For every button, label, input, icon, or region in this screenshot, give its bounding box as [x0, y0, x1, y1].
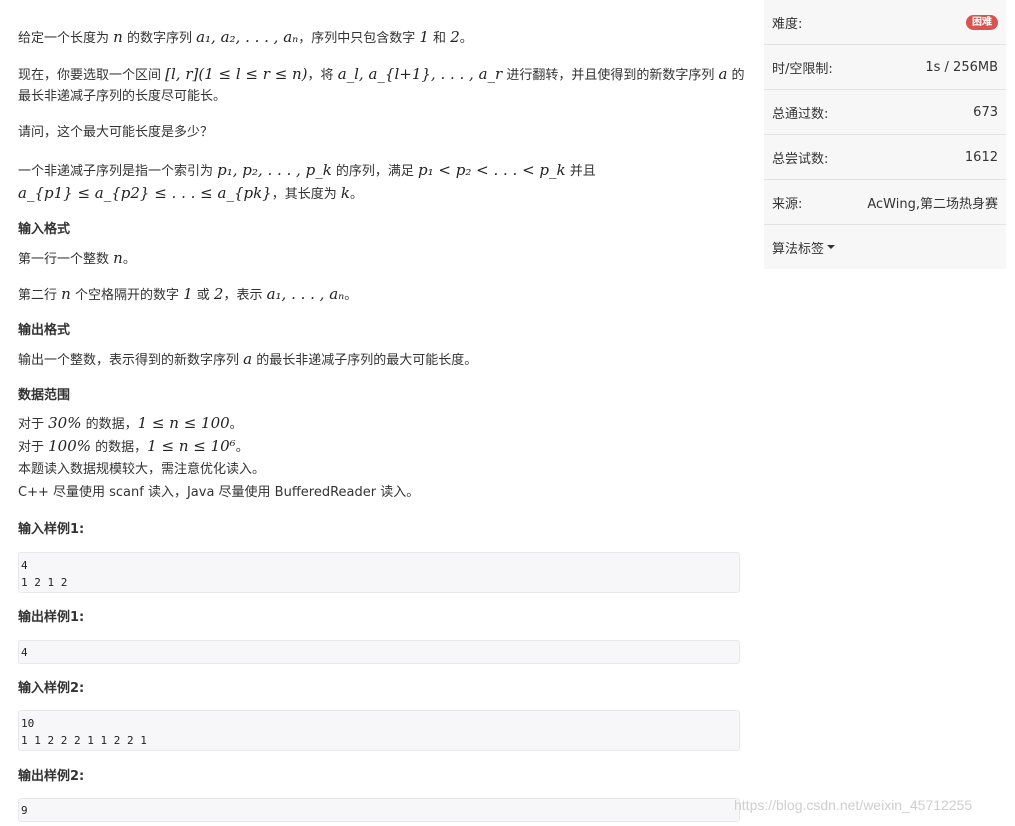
math: 2 [213, 285, 224, 303]
watermark-text: https://blog.csdn.net/weixin_45712255 [734, 797, 973, 813]
text: ，序列中只包含数字 [298, 31, 420, 46]
text: 或 [192, 288, 214, 303]
source-label: 来源: [772, 196, 803, 212]
limit-row: 时/空限制: 1s / 256MB [764, 45, 1006, 90]
text: 并且 [565, 164, 596, 179]
math: 1 ≤ n ≤ 100 [137, 414, 230, 432]
text: 个空格隔开的数字 [70, 288, 184, 303]
limit-value: 1s / 256MB [925, 59, 998, 75]
sample-output-2-code: 9 [18, 798, 740, 822]
text: 一个非递减子序列是指一个索引为 [18, 164, 218, 179]
text: 。 [459, 31, 473, 46]
text: 。 [122, 252, 136, 267]
tried-row: 总尝试数: 1612 [764, 135, 1006, 180]
math: 2 [450, 28, 460, 46]
sample-input-1-heading: 输入样例1: [18, 522, 85, 537]
range-line-3: 本题读入数据规模较大，需注意优化读入。 [18, 462, 266, 477]
math: k [340, 184, 350, 202]
range-line-1: 对于 30% 的数据，1 ≤ n ≤ 100。 [18, 412, 243, 436]
sample-output-2-heading: 输出样例2: [18, 769, 85, 784]
text: 。 [235, 440, 249, 455]
reverse-paragraph: 现在，你要选取一个区间 [l, r](1 ≤ l ≤ r ≤ n)，将 a_l,… [18, 63, 745, 87]
sample-input-1-code: 4 1 2 1 2 [18, 552, 740, 593]
math: 30% [48, 414, 82, 432]
math: p₁, p₂, . . . , p_k [217, 161, 332, 179]
text: 的数据， [91, 440, 148, 455]
tried-label: 总尝试数: [772, 151, 829, 167]
math: 100% [48, 437, 92, 455]
sample-output-1-heading: 输出样例1: [18, 610, 85, 625]
text: 的 [727, 68, 745, 83]
passed-row: 总通过数: 673 [764, 90, 1006, 135]
math: 1 [183, 285, 193, 303]
definition-paragraph-cont: a_{p1} ≤ a_{p2} ≤ . . . ≤ a_{pk}，其长度为 k。 [18, 182, 363, 206]
caret-down-icon [827, 245, 836, 249]
range-line-4: C++ 尽量使用 scanf 读入，Java 尽量使用 BufferedRead… [18, 485, 420, 500]
tags-label: 算法标签 [772, 241, 825, 257]
math: [l, r](1 ≤ l ≤ r ≤ n) [165, 65, 308, 83]
tried-value: 1612 [964, 149, 998, 165]
text: ，将 [307, 68, 338, 83]
text: 的数字序列 [122, 31, 197, 46]
passed-label: 总通过数: [772, 106, 829, 122]
tags-dropdown[interactable]: 算法标签 [764, 225, 1006, 269]
text: 的数据， [81, 417, 138, 432]
difficulty-badge: 困难 [966, 14, 998, 30]
output-format-heading: 输出格式 [18, 323, 71, 338]
range-line-2: 对于 100% 的数据，1 ≤ n ≤ 10⁶。 [18, 435, 249, 459]
source-value: AcWing,第二场热身赛 [867, 196, 998, 212]
input-line-2: 第二行 n 个空格隔开的数字 1 或 2，表示 a₁, . . . , aₙ。 [18, 283, 357, 307]
math: p₁ < p₂ < . . . < p_k [418, 161, 566, 179]
source-row: 来源: AcWing,第二场热身赛 [764, 180, 1006, 225]
math: n [113, 28, 123, 46]
text: ，表示 [223, 288, 267, 303]
text: ，其长度为 [271, 187, 341, 202]
text: 。 [344, 288, 358, 303]
text: 第一行一个整数 [18, 252, 114, 267]
text: 现在，你要选取一个区间 [18, 68, 166, 83]
math: 1 [419, 28, 429, 46]
text: 对于 [18, 440, 49, 455]
question-paragraph: 请问，这个最大可能长度是多少？ [18, 125, 214, 140]
intro-paragraph: 给定一个长度为 n 的数字序列 a₁, a₂, . . . , aₙ，序列中只包… [18, 26, 473, 50]
text: 和 [428, 31, 451, 46]
text: 进行翻转，并且使得到的新数字序列 [502, 68, 719, 83]
sample-input-2-code: 10 1 1 2 2 2 1 1 2 2 1 [18, 710, 740, 751]
limit-label: 时/空限制: [772, 61, 833, 77]
text: 第二行 [18, 288, 62, 303]
math: n [61, 285, 71, 303]
text: 的最长非递减子序列的最大可能长度。 [252, 353, 478, 368]
text: 给定一个长度为 [18, 31, 114, 46]
math: a [243, 350, 253, 368]
input-line-1: 第一行一个整数 n。 [18, 247, 136, 271]
passed-value: 673 [973, 104, 998, 120]
math: a₁, . . . , aₙ [266, 285, 345, 303]
text: 。 [349, 187, 363, 202]
sample-input-2-heading: 输入样例2: [18, 681, 85, 696]
text: 的序列，满足 [331, 164, 419, 179]
text: 对于 [18, 417, 49, 432]
difficulty-row: 难度: 困难 [764, 0, 1006, 45]
data-range-heading: 数据范围 [18, 388, 71, 403]
problem-info-sidebar: 难度: 困难 时/空限制: 1s / 256MB 总通过数: 673 总尝试数:… [764, 0, 1006, 269]
output-line-1: 输出一个整数，表示得到的新数字序列 a 的最长非递减子序列的最大可能长度。 [18, 348, 477, 372]
definition-paragraph: 一个非递减子序列是指一个索引为 p₁, p₂, . . . , p_k 的序列，… [18, 159, 596, 183]
text: 。 [229, 417, 243, 432]
difficulty-label: 难度: [772, 16, 803, 32]
math: a_{p1} ≤ a_{p2} ≤ . . . ≤ a_{pk} [18, 184, 272, 202]
math: n [113, 249, 123, 267]
math: 1 ≤ n ≤ 10⁶ [147, 437, 236, 455]
sample-output-1-code: 4 [18, 640, 740, 664]
input-format-heading: 输入格式 [18, 222, 71, 237]
text: 输出一个整数，表示得到的新数字序列 [18, 353, 244, 368]
math: a_l, a_{l+1}, . . . , a_r [337, 65, 503, 83]
math: a₁, a₂, . . . , aₙ [196, 28, 299, 46]
reverse-paragraph-cont: 最长非递减子序列的长度尽可能长。 [18, 89, 227, 104]
